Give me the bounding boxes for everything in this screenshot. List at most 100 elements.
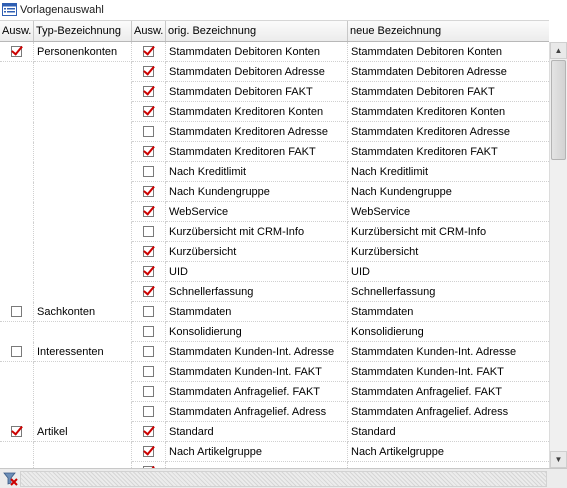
select-checkbox[interactable] xyxy=(143,206,154,217)
select-cell[interactable] xyxy=(132,282,166,302)
select-cell[interactable] xyxy=(132,402,166,422)
table-row[interactable]: Schnellerfassung Schnellerfassung xyxy=(0,282,549,302)
select-checkbox[interactable] xyxy=(143,306,154,317)
column-header-type-name[interactable]: Typ-Bezeichnung xyxy=(34,21,132,41)
new-name-cell[interactable]: Nach Kundengruppe xyxy=(348,182,549,202)
table-row[interactable]: Stammdaten Kreditoren FAKT Stammdaten Kre… xyxy=(0,142,549,162)
type-select-cell[interactable] xyxy=(0,42,34,62)
select-checkbox[interactable] xyxy=(143,426,154,437)
column-header-select-type[interactable]: Ausw. xyxy=(0,21,34,41)
select-checkbox[interactable] xyxy=(143,46,154,57)
select-cell[interactable] xyxy=(132,422,166,442)
type-select-checkbox[interactable] xyxy=(11,306,22,317)
select-checkbox[interactable] xyxy=(143,386,154,397)
table-row[interactable]: Kurzübersicht Kurzübersicht xyxy=(0,242,549,262)
select-checkbox[interactable] xyxy=(143,326,154,337)
select-checkbox[interactable] xyxy=(143,86,154,97)
table-row[interactable]: Konsolidierung Konsolidierung xyxy=(0,322,549,342)
new-name-cell[interactable]: Stammdaten Kreditoren FAKT xyxy=(348,142,549,162)
new-name-cell[interactable]: Stammdaten Kunden-Int. FAKT xyxy=(348,362,549,382)
table-row[interactable]: WebService WebService xyxy=(0,202,549,222)
column-header-new-name[interactable]: neue Bezeichnung xyxy=(348,21,549,41)
select-cell[interactable] xyxy=(132,242,166,262)
type-select-cell[interactable] xyxy=(0,302,34,322)
select-cell[interactable] xyxy=(132,42,166,62)
select-checkbox[interactable] xyxy=(143,106,154,117)
filter-clear-icon[interactable] xyxy=(3,471,18,486)
new-name-cell[interactable]: Stammdaten Kunden-Int. Adresse xyxy=(348,342,549,362)
table-row[interactable]: Stammdaten Debitoren Adresse Stammdaten D… xyxy=(0,62,549,82)
new-name-cell[interactable]: Stammdaten Debitoren FAKT xyxy=(348,82,549,102)
select-checkbox[interactable] xyxy=(143,446,154,457)
select-cell[interactable] xyxy=(132,302,166,322)
select-cell[interactable] xyxy=(132,202,166,222)
table-row[interactable]: Stammdaten Kunden-Int. FAKT Stammdaten Ku… xyxy=(0,362,549,382)
new-name-cell[interactable]: Stammdaten Debitoren Konten xyxy=(348,42,549,62)
select-cell[interactable] xyxy=(132,122,166,142)
select-checkbox[interactable] xyxy=(143,286,154,297)
select-checkbox[interactable] xyxy=(143,166,154,177)
select-cell[interactable] xyxy=(132,182,166,202)
type-select-checkbox[interactable] xyxy=(11,426,22,437)
select-checkbox[interactable] xyxy=(143,366,154,377)
select-cell[interactable] xyxy=(132,382,166,402)
new-name-cell[interactable]: Nach Kreditlimit xyxy=(348,162,549,182)
select-checkbox[interactable] xyxy=(143,346,154,357)
table-row[interactable]: Nach Kreditlimit Nach Kreditlimit xyxy=(0,162,549,182)
table-row[interactable]: UID UID xyxy=(0,262,549,282)
table-row[interactable]: Kurzübersicht mit CRM-Info Kurzübersicht … xyxy=(0,222,549,242)
new-name-cell[interactable]: Stammdaten Anfragelief. Adress xyxy=(348,402,549,422)
new-name-cell[interactable]: Stammdaten Kreditoren Konten xyxy=(348,102,549,122)
new-name-cell[interactable]: Nach Artikelgruppe xyxy=(348,442,549,462)
select-cell[interactable] xyxy=(132,162,166,182)
new-name-cell[interactable]: Kurzübersicht xyxy=(348,242,549,262)
select-checkbox[interactable] xyxy=(143,126,154,137)
new-name-cell[interactable]: UID xyxy=(348,262,549,282)
table-row[interactable]: Interessenten Stammdaten Kunden-Int. Adre… xyxy=(0,342,549,362)
table-row[interactable]: Nach Artikelgruppe Nach Artikelgruppe xyxy=(0,442,549,462)
type-select-cell[interactable] xyxy=(0,342,34,362)
new-name-cell[interactable]: Stammdaten xyxy=(348,302,549,322)
select-cell[interactable] xyxy=(132,82,166,102)
select-cell[interactable] xyxy=(132,62,166,82)
select-cell[interactable] xyxy=(132,322,166,342)
type-select-checkbox[interactable] xyxy=(11,46,22,57)
table-row[interactable]: Stammdaten Kreditoren Konten Stammdaten K… xyxy=(0,102,549,122)
select-checkbox[interactable] xyxy=(143,146,154,157)
select-cell[interactable] xyxy=(132,362,166,382)
table-row[interactable]: Stammdaten Anfragelief. FAKT Stammdaten A… xyxy=(0,382,549,402)
table-row[interactable]: Stammdaten Kreditoren Adresse Stammdaten … xyxy=(0,122,549,142)
select-cell[interactable] xyxy=(132,442,166,462)
type-select-checkbox[interactable] xyxy=(11,346,22,357)
select-checkbox[interactable] xyxy=(143,66,154,77)
type-select-cell[interactable] xyxy=(0,422,34,442)
table-row[interactable]: Stammdaten Debitoren FAKT Stammdaten Debi… xyxy=(0,82,549,102)
scroll-thumb[interactable] xyxy=(551,60,566,160)
column-header-select[interactable]: Ausw. xyxy=(132,21,166,41)
scroll-up-icon[interactable]: ▲ xyxy=(550,42,567,59)
select-checkbox[interactable] xyxy=(143,406,154,417)
new-name-cell[interactable]: WebService xyxy=(348,202,549,222)
new-name-cell[interactable]: Kurzübersicht mit CRM-Info xyxy=(348,222,549,242)
select-checkbox[interactable] xyxy=(143,246,154,257)
select-checkbox[interactable] xyxy=(143,226,154,237)
new-name-cell[interactable]: Konsolidierung xyxy=(348,322,549,342)
table-row[interactable]: Stammdaten Anfragelief. Adress Stammdaten… xyxy=(0,402,549,422)
table-row[interactable]: Sachkonten Stammdaten Stammdaten xyxy=(0,302,549,322)
table-row[interactable]: Nach Kundengruppe Nach Kundengruppe xyxy=(0,182,549,202)
new-name-cell[interactable]: Schnellerfassung xyxy=(348,282,549,302)
new-name-cell[interactable]: Stammdaten Kreditoren Adresse xyxy=(348,122,549,142)
column-header-original-name[interactable]: orig. Bezeichnung xyxy=(166,21,348,41)
table-row[interactable]: Personenkonten Stammdaten Debitoren Konte… xyxy=(0,42,549,62)
select-checkbox[interactable] xyxy=(143,186,154,197)
scroll-down-icon[interactable]: ▼ xyxy=(550,451,567,468)
select-cell[interactable] xyxy=(132,262,166,282)
table-row[interactable]: Artikel Standard Standard xyxy=(0,422,549,442)
vertical-scrollbar[interactable]: ▲ ▼ xyxy=(549,42,567,468)
select-cell[interactable] xyxy=(132,142,166,162)
new-name-cell[interactable]: Stammdaten Debitoren Adresse xyxy=(348,62,549,82)
select-checkbox[interactable] xyxy=(143,266,154,277)
new-name-cell[interactable]: Stammdaten Anfragelief. FAKT xyxy=(348,382,549,402)
select-cell[interactable] xyxy=(132,102,166,122)
select-cell[interactable] xyxy=(132,342,166,362)
